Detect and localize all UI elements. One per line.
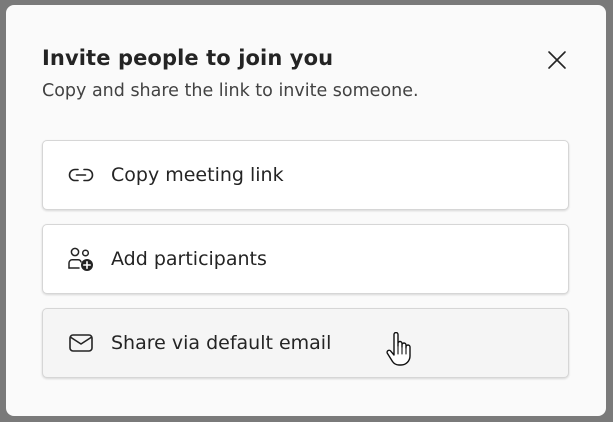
dialog-title: Invite people to join you: [42, 46, 334, 70]
dialog-subtitle: Copy and share the link to invite someon…: [42, 81, 419, 101]
share-via-email-button[interactable]: Share via default email: [42, 308, 569, 378]
copy-meeting-link-button[interactable]: Copy meeting link: [42, 140, 569, 210]
people-add-icon: [67, 245, 95, 273]
invite-dialog: Invite people to join you Copy and share…: [6, 5, 606, 416]
link-icon: [67, 161, 95, 189]
add-participants-button[interactable]: Add participants: [42, 224, 569, 294]
close-button[interactable]: [543, 46, 571, 74]
copy-meeting-link-label: Copy meeting link: [111, 164, 284, 186]
add-participants-label: Add participants: [111, 248, 267, 270]
mail-icon: [67, 329, 95, 357]
close-icon: [548, 51, 566, 69]
share-via-email-label: Share via default email: [111, 332, 332, 354]
